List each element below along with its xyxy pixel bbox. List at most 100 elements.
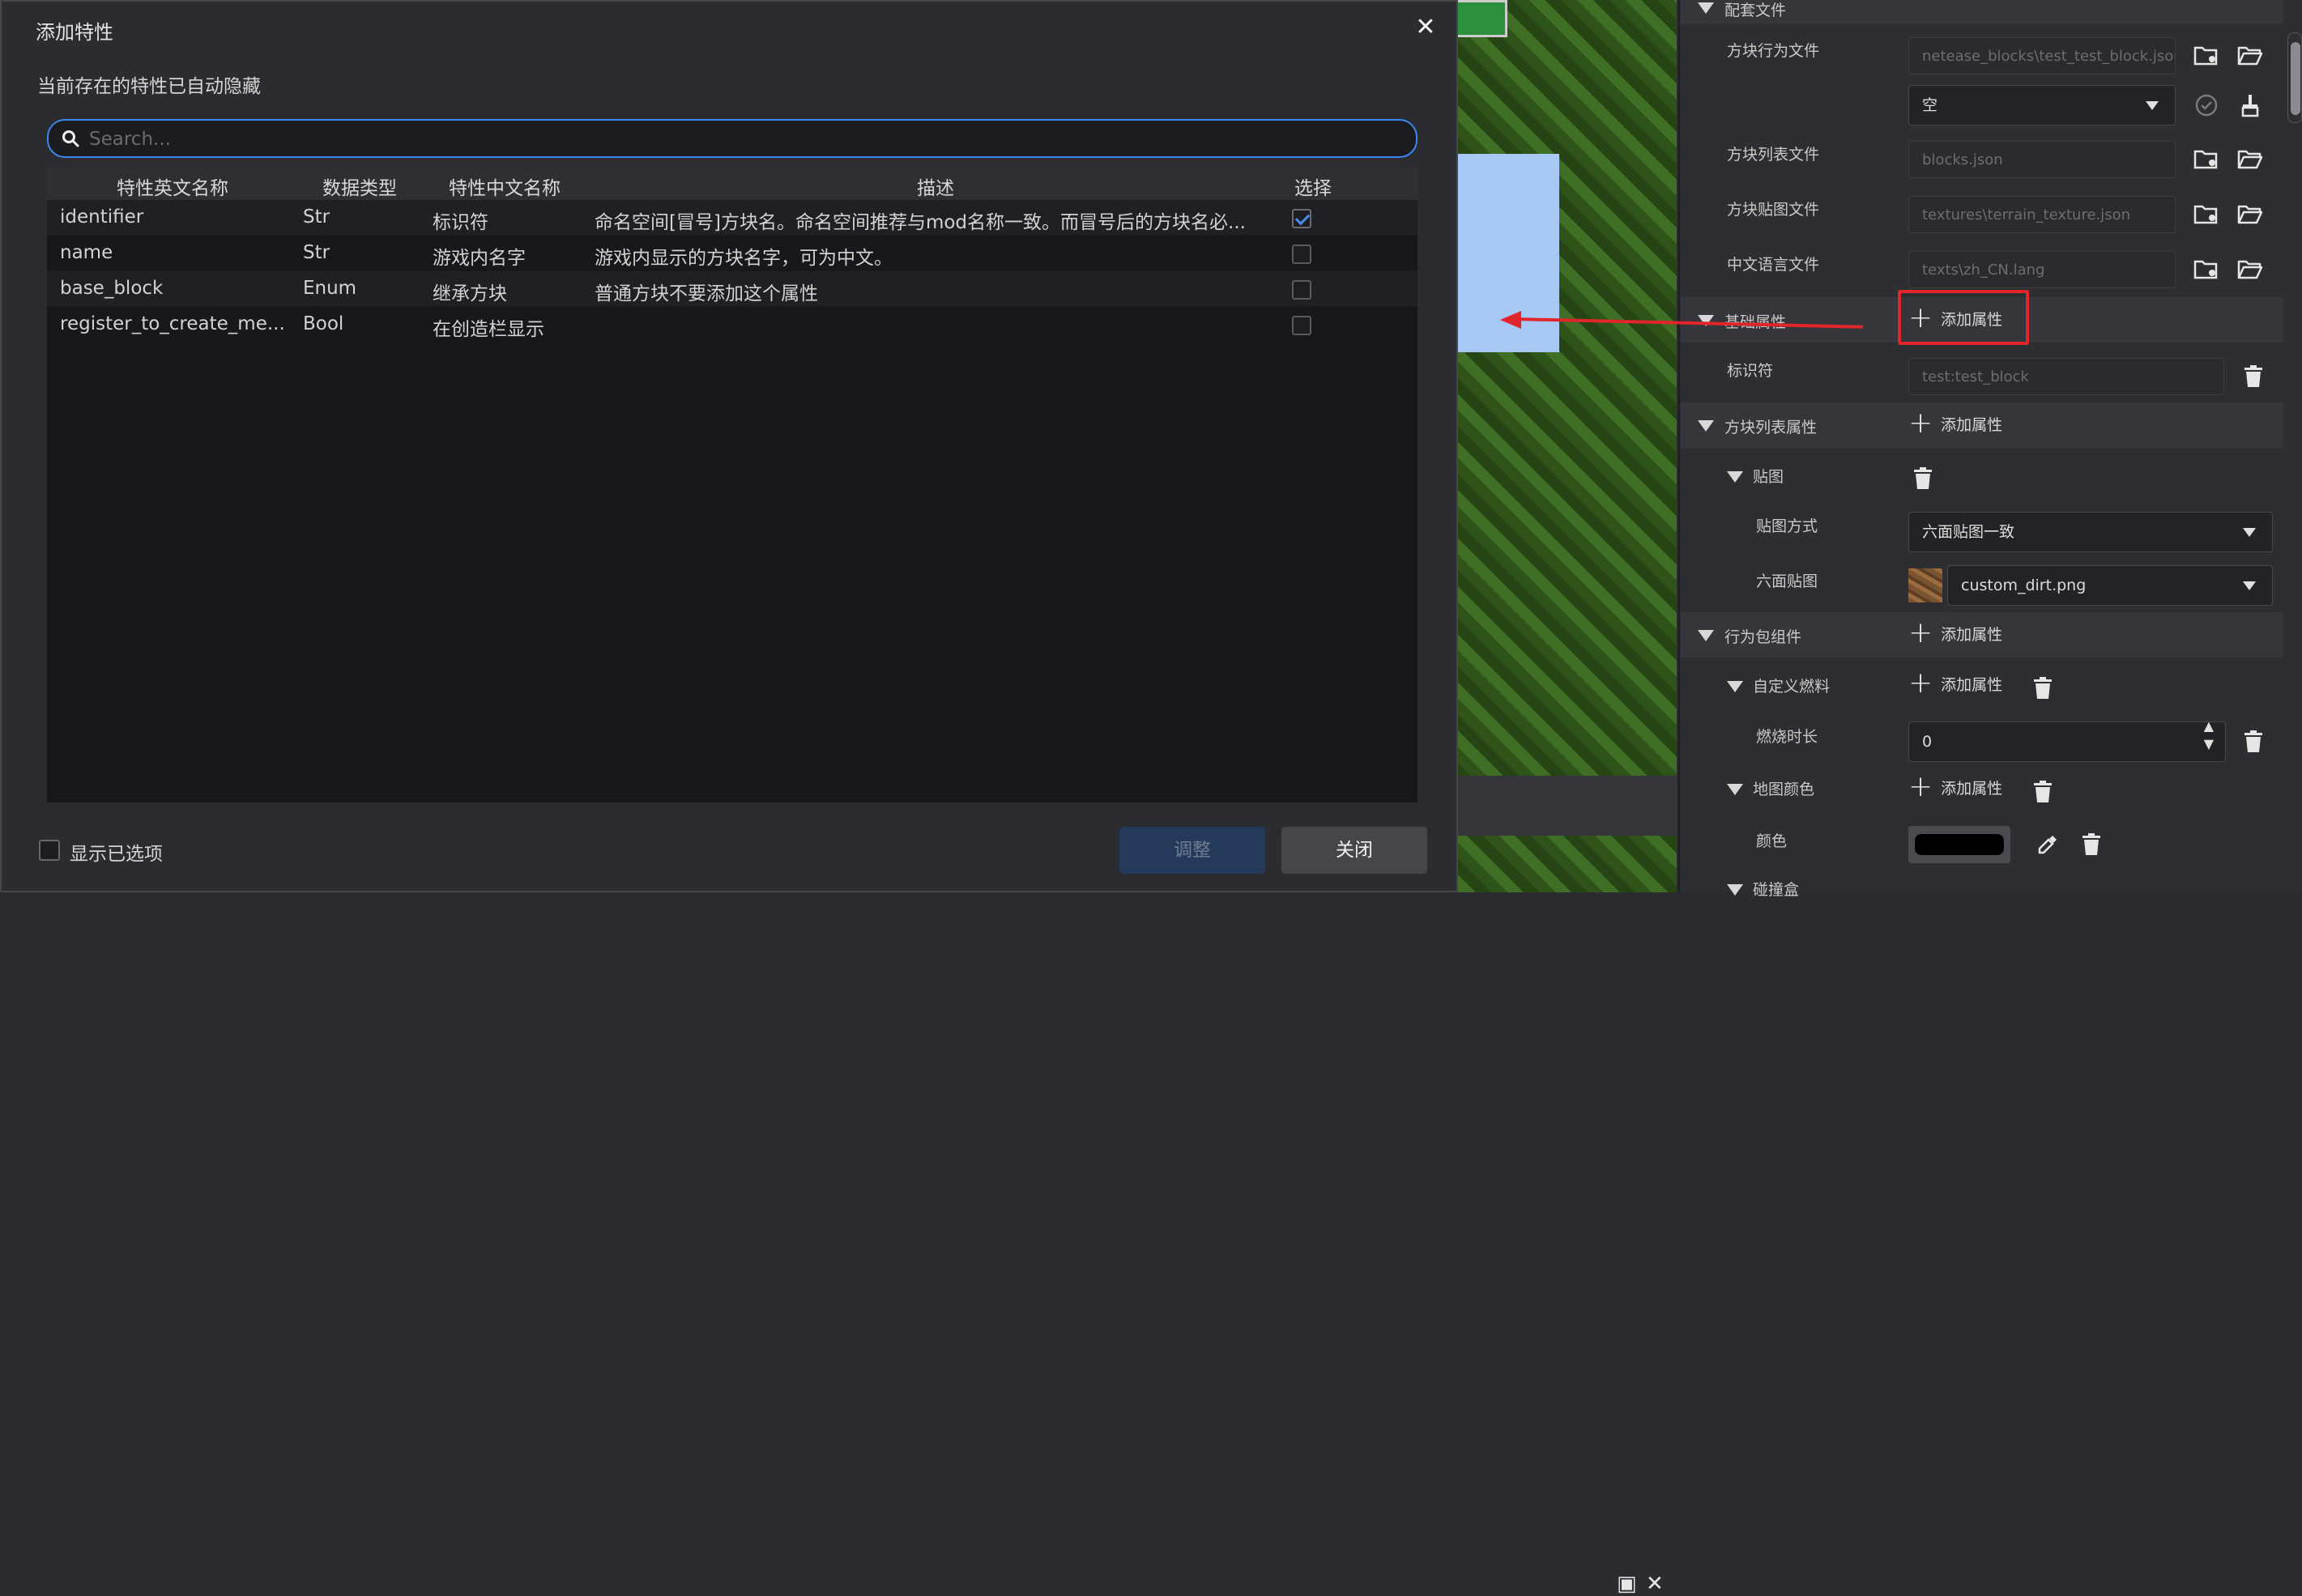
section-label: 方块列表属性 [1724, 419, 1818, 436]
folder-locate-icon[interactable] [2192, 41, 2221, 70]
broom-icon[interactable] [2236, 91, 2265, 120]
folder-open-icon[interactable] [2236, 145, 2265, 174]
chevron-down-icon [2243, 581, 2256, 590]
block-list-file-label: 方块列表文件 [1727, 146, 1820, 164]
behavior-select-value: 空 [1922, 96, 1938, 114]
cell-type: Str [303, 242, 330, 263]
annotation-highlight-box [1898, 290, 2029, 345]
column-header-cn-name[interactable]: 特性中文名称 [449, 172, 561, 200]
spinner-arrows-icon[interactable]: ▲ ▼ [2204, 717, 2214, 753]
section-label: 配套文件 [1724, 2, 1787, 19]
folder-locate-icon[interactable] [2192, 255, 2221, 284]
trash-icon[interactable] [2028, 777, 2057, 807]
add-attribute-button[interactable]: + 添加属性 [1908, 409, 2002, 438]
adjust-button[interactable]: 调整 [1119, 827, 1265, 874]
table-row[interactable]: register_to_create_me... Bool 在创造栏显示 [47, 307, 1417, 343]
add-attribute-button[interactable]: + 添加属性 [1908, 669, 2002, 698]
trash-icon[interactable] [2239, 727, 2268, 756]
dialog-subtitle: 当前存在的特性已自动隐藏 [37, 76, 261, 97]
collapse-triangle-icon[interactable] [1727, 884, 1743, 896]
cn-lang-file-field[interactable]: texts\zh_CN.lang [1908, 251, 2176, 288]
folder-open-icon[interactable] [2236, 255, 2265, 284]
cell-en-name: base_block [60, 278, 164, 299]
folder-locate-icon[interactable] [2192, 145, 2221, 174]
six-face-texture-select[interactable]: custom_dirt.png [1947, 565, 2273, 606]
collision-label: 碰撞盒 [1753, 881, 1800, 899]
add-attribute-button[interactable]: + 添加属性 [1908, 772, 2002, 802]
burn-time-label: 燃烧时长 [1756, 728, 1818, 746]
map-color-label: 地图颜色 [1753, 781, 1815, 798]
section-config-files[interactable]: 配套文件 [1680, 0, 2283, 24]
table-row[interactable]: name Str 游戏内名字 游戏内显示的方块名字，可为中文。 [47, 236, 1417, 271]
block-texture-file-field[interactable]: textures\terrain_texture.json [1908, 196, 2176, 233]
burn-time-spinbox[interactable]: 0 ▲ ▼ [1908, 718, 2226, 762]
collapse-triangle-icon[interactable] [1727, 471, 1743, 483]
close-button[interactable]: 关闭 [1281, 827, 1427, 874]
cell-cn-name: 继承方块 [433, 283, 507, 304]
plus-icon: + [1908, 616, 1933, 649]
trash-icon[interactable] [2028, 674, 2057, 703]
texture-mode-label: 贴图方式 [1756, 517, 1818, 535]
folder-locate-icon[interactable] [2192, 200, 2221, 229]
search-input[interactable] [87, 124, 1403, 155]
block-texture-file-label: 方块贴图文件 [1727, 201, 1820, 219]
search-box[interactable] [47, 119, 1417, 158]
cell-cn-name: 标识符 [433, 212, 488, 233]
cell-en-name: name [60, 242, 113, 263]
select-checkbox[interactable] [1292, 209, 1311, 228]
close-icon[interactable]: ✕ [1646, 1572, 1664, 1596]
identifier-field[interactable]: test:test_block [1908, 358, 2224, 395]
property-panel: 配套文件 方块行为文件 netease_blocks\test_test_blo… [1678, 0, 2302, 899]
cell-type: Bool [303, 313, 344, 334]
identifier-label: 标识符 [1727, 362, 1774, 380]
column-header-desc[interactable]: 描述 [917, 172, 954, 200]
chevron-down-icon [2146, 101, 2159, 110]
annotation-arrow-head [1500, 311, 1521, 329]
color-label: 颜色 [1756, 832, 1788, 850]
cell-desc: 游戏内显示的方块名字，可为中文。 [595, 248, 893, 269]
block-list-file-field[interactable]: blocks.json [1908, 141, 2176, 178]
column-header-type[interactable]: 数据类型 [322, 172, 397, 200]
trash-icon[interactable] [2239, 362, 2268, 391]
show-selected-checkbox[interactable] [39, 840, 60, 861]
collapse-triangle-icon[interactable] [1698, 420, 1714, 432]
trash-icon[interactable] [2077, 830, 2106, 859]
collapse-triangle-icon[interactable] [1727, 784, 1743, 795]
cell-cn-name: 游戏内名字 [433, 248, 526, 269]
texture-label: 贴图 [1753, 468, 1784, 486]
eyedropper-icon[interactable] [2033, 830, 2062, 859]
cell-en-name: register_to_create_me... [60, 313, 285, 334]
block-behavior-file-field[interactable]: netease_blocks\test_test_block.json [1908, 37, 2176, 74]
viewport-gizmo [1454, 0, 1507, 37]
behavior-select[interactable]: 空 [1908, 85, 2176, 126]
folder-open-icon[interactable] [2236, 200, 2265, 229]
column-header-en-name[interactable]: 特性英文名称 [117, 172, 228, 200]
collapse-triangle-icon[interactable] [1698, 630, 1714, 641]
trait-table: 特性英文名称 数据类型 特性中文名称 描述 选择 identifier Str … [47, 168, 1417, 802]
close-icon[interactable]: ✕ [1409, 11, 1442, 44]
column-header-select[interactable]: 选择 [1294, 172, 1332, 200]
section-block-list-attrs[interactable]: 方块列表属性 + 添加属性 [1680, 402, 2283, 448]
chevron-down-icon [2243, 528, 2256, 537]
color-swatch-button[interactable] [1908, 826, 2010, 863]
table-header: 特性英文名称 数据类型 特性中文名称 描述 选择 [47, 168, 1417, 200]
add-attribute-button[interactable]: + 添加属性 [1908, 619, 2002, 648]
scrollbar-thumb[interactable] [2291, 42, 2300, 115]
select-checkbox[interactable] [1292, 280, 1311, 300]
cell-en-name: identifier [60, 206, 144, 228]
maximize-icon[interactable]: ▣ [1617, 1572, 1637, 1596]
plus-icon: + [1908, 666, 1933, 700]
collapse-triangle-icon[interactable] [1727, 681, 1743, 692]
dirt-texture-thumbnail [1908, 568, 1942, 602]
trash-icon[interactable] [1908, 464, 1938, 493]
select-checkbox[interactable] [1292, 245, 1311, 264]
section-behavior-components[interactable]: 行为包组件 + 添加属性 [1680, 612, 2283, 658]
collapse-triangle-icon[interactable] [1698, 2, 1714, 14]
select-checkbox[interactable] [1292, 316, 1311, 335]
table-row[interactable]: base_block Enum 继承方块 普通方块不要添加这个属性 [47, 271, 1417, 307]
block-behavior-file-label: 方块行为文件 [1727, 42, 1820, 60]
texture-mode-select[interactable]: 六面贴图一致 [1908, 512, 2273, 552]
table-row[interactable]: identifier Str 标识符 命名空间[冒号]方块名。命名空间推荐与mo… [47, 200, 1417, 236]
check-circle-icon[interactable] [2192, 91, 2221, 120]
folder-open-icon[interactable] [2236, 41, 2265, 70]
